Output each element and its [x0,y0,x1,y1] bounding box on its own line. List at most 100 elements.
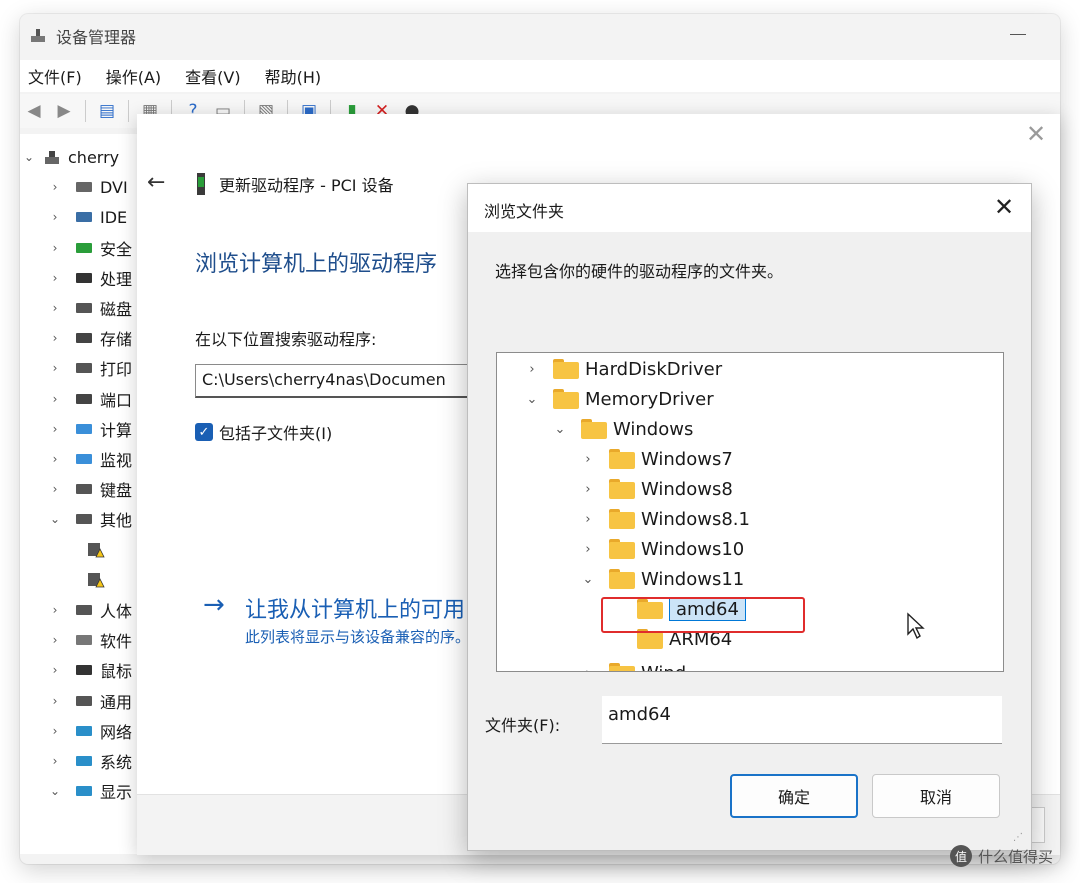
chevron-right-icon[interactable]: › [48,392,62,406]
minimize-button[interactable] [1010,24,1026,44]
tree-item[interactable]: › 处理 [48,263,132,293]
chevron-right-icon[interactable]: › [48,301,62,315]
chevron-right-icon[interactable]: › [581,666,595,672]
device-category-icon [74,631,94,649]
device-category-icon [74,450,94,468]
back-icon[interactable]: ◀ [22,99,46,123]
tree-item[interactable]: › 安全 [48,233,132,263]
chevron-down-icon[interactable]: ⌄ [48,784,62,798]
chevron-right-icon[interactable]: › [48,331,62,345]
resize-grip-icon[interactable]: ⋰ [1013,832,1025,844]
chevron-down-icon[interactable]: ⌄ [581,572,595,587]
chevron-right-icon[interactable]: › [48,210,62,224]
device-category-icon [74,480,94,498]
chevron-right-icon[interactable]: › [48,754,62,768]
tree-item[interactable] [60,565,112,595]
folder-row[interactable]: › Windows10 [581,534,744,564]
device-category-icon [74,390,94,408]
chevron-down-icon[interactable]: ⌄ [553,422,567,437]
folder-row[interactable]: ⌄ Windows [553,414,694,444]
browse-folder-dialog: 浏览文件夹 ✕ 选择包含你的硬件的驱动程序的文件夹。 › HardDiskDriv… [467,183,1032,851]
tree-item[interactable]: › DVI [48,172,128,202]
pick-from-list-link[interactable]: 让我从计算机上的可用 [245,592,465,624]
tree-item[interactable]: › 网络 [48,716,132,746]
folder-row[interactable]: ⌄ MemoryDriver [525,384,714,414]
pci-device-icon [197,173,205,195]
chevron-right-icon[interactable]: › [48,724,62,738]
chevron-right-icon[interactable]: › [48,180,62,194]
menu-help[interactable]: 帮助(H) [265,64,322,88]
chevron-right-icon[interactable]: › [525,362,539,377]
tree-item[interactable]: › 软件 [48,625,132,655]
tree-item[interactable]: › 端口 [48,384,132,414]
chevron-right-icon[interactable]: › [48,422,62,436]
tree-item[interactable]: ⌄ 其他 [48,504,132,534]
ok-button[interactable]: 确定 [730,774,858,818]
close-icon[interactable]: ✕ [991,194,1017,220]
folder-row[interactable]: › Windows7 [581,444,732,474]
tree-item[interactable]: › 磁盘 [48,293,132,323]
chevron-right-icon[interactable]: › [48,694,62,708]
tree-item[interactable]: › 人体 [48,595,132,625]
menu-view[interactable]: 查看(V) [185,64,240,88]
tree-item[interactable] [60,535,112,565]
arrow-right-icon[interactable]: → [203,590,225,620]
tree-item[interactable]: › 存储 [48,323,132,353]
chevron-down-icon[interactable]: ⌄ [48,512,62,526]
back-arrow-icon[interactable]: ← [147,170,165,195]
tree-item-label: 系统 [100,753,133,772]
chevron-right-icon[interactable]: › [48,361,62,375]
close-icon[interactable]: ✕ [1024,122,1048,146]
tree-root[interactable]: ⌄ cherry [22,142,119,172]
checkmark-icon[interactable]: ✓ [195,423,213,441]
chevron-right-icon[interactable]: › [48,633,62,647]
folder-name-input[interactable]: amd64 [602,696,1002,744]
chevron-down-icon[interactable]: ⌄ [525,392,539,407]
chevron-right-icon[interactable]: › [581,482,595,497]
folder-row-label: Windows8.1 [641,508,750,530]
folder-row[interactable]: › HardDiskDriver [525,354,722,384]
folder-row-label: HardDiskDriver [585,358,723,380]
red-highlight-box [601,597,805,633]
tree-item[interactable]: › 键盘 [48,474,132,504]
tree-item[interactable]: › IDE [48,202,128,232]
chevron-right-icon[interactable]: › [581,452,595,467]
tree-item[interactable]: ⌄ 显示 [48,776,132,806]
folder-row[interactable]: › Windows8.1 [581,504,750,534]
chevron-right-icon[interactable]: › [48,482,62,496]
chevron-right-icon[interactable]: › [581,542,595,557]
tree-item[interactable]: › 监视 [48,444,132,474]
tree-item[interactable]: › 系统 [48,746,132,776]
tree-root-label: cherry [68,147,120,167]
chevron-right-icon[interactable]: › [48,241,62,255]
search-location-label: 在以下位置搜索驱动程序: [195,330,377,349]
include-subfolders-checkbox[interactable]: ✓ 包括子文件夹(I) [195,420,332,444]
folder-row[interactable]: › Wind [581,658,686,672]
tree-item[interactable]: › 鼠标 [48,655,132,685]
chevron-right-icon[interactable]: › [48,603,62,617]
folder-icon [609,509,635,529]
folder-icon [581,419,607,439]
tree-item-label: 通用 [100,692,133,712]
folder-icon [609,479,635,499]
tree-item[interactable]: › 打印 [48,353,132,383]
chevron-right-icon[interactable]: › [48,663,62,677]
menu-file[interactable]: 文件(F) [28,64,82,88]
tree-item[interactable]: › 计算 [48,414,132,444]
include-subfolders-label: 包括子文件夹(I) [219,424,333,443]
properties-icon[interactable]: ▤ [95,99,119,123]
tree-item[interactable]: › 通用 [48,686,132,716]
warning-device-icon [86,541,106,559]
chevron-right-icon[interactable]: › [48,271,62,285]
chevron-right-icon[interactable]: › [48,452,62,466]
folder-row[interactable]: › Windows8 [581,474,732,504]
menu-action[interactable]: 操作(A) [106,64,161,88]
pick-from-list-description: 此列表将显示与该设备兼容的序。 [245,628,471,646]
folder-row[interactable]: ⌄ Windows11 [581,564,745,594]
forward-icon[interactable]: ▶ [52,99,76,123]
chevron-down-icon[interactable]: ⌄ [22,150,36,164]
device-category-icon [74,661,94,679]
chevron-right-icon[interactable]: › [581,512,595,527]
page-title: 浏览计算机上的驱动程序 [195,252,438,277]
cancel-button[interactable]: 取消 [872,774,1000,818]
